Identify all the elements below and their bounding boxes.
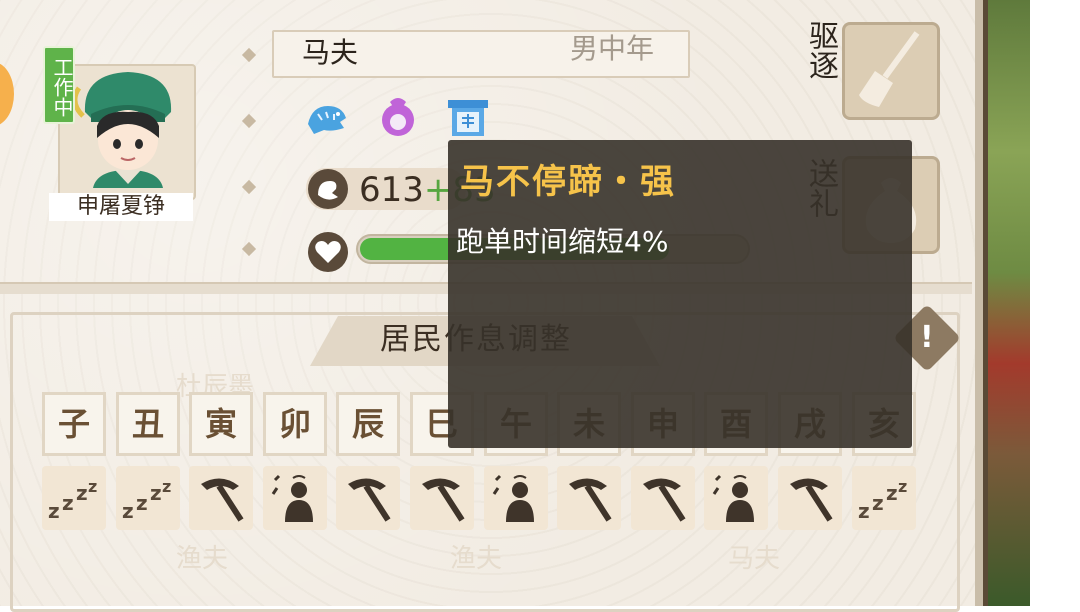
tooltip-description: 跑单时间缩短4%: [456, 225, 669, 258]
background-label: 渔夫: [450, 544, 503, 574]
work-icon: [643, 478, 686, 522]
ring-icon[interactable]: [376, 96, 420, 140]
activity-cell-sleep[interactable]: zzzz: [852, 466, 916, 530]
background-label: 马夫: [728, 544, 781, 574]
hour-cell: 卯: [263, 392, 327, 456]
escort-flag-icon[interactable]: [446, 96, 490, 140]
activity-cell-sleep[interactable]: zzzz: [42, 466, 106, 530]
sleep-icon: zzzz: [48, 477, 97, 523]
resident-gender-age: 男中年: [570, 32, 655, 65]
svg-text:z: z: [886, 481, 898, 505]
work-icon: [201, 478, 244, 522]
avatar: [73, 72, 172, 188]
broom-icon: [859, 31, 920, 107]
svg-text:z: z: [48, 499, 60, 523]
svg-text:z: z: [898, 477, 907, 496]
working-status-badge: 工作中: [43, 46, 75, 124]
svg-text:z: z: [88, 477, 97, 496]
activity-cell-rest[interactable]: [484, 466, 548, 530]
svg-text:z: z: [76, 481, 88, 505]
work-icon: [790, 478, 833, 522]
svg-text:z: z: [62, 491, 74, 515]
heart-icon: [308, 232, 348, 272]
rest-icon: [712, 474, 754, 522]
tiger-icon[interactable]: [304, 96, 348, 140]
evict-label: 驱逐: [803, 20, 838, 80]
svg-text:z: z: [122, 499, 134, 523]
activity-cell-work[interactable]: [410, 466, 474, 530]
resident-display-name: 申屠夏铮: [49, 193, 193, 221]
hour-cell: 丑: [116, 392, 180, 456]
sleep-icon: zzzz: [858, 477, 907, 523]
svg-text:z: z: [136, 491, 148, 515]
hour-cell: 辰: [336, 392, 400, 456]
svg-text:z: z: [162, 477, 171, 496]
info-icon: !: [920, 320, 934, 355]
resident-job: 马夫: [302, 36, 359, 69]
svg-text:z: z: [150, 481, 162, 505]
hour-cell: 子: [42, 392, 106, 456]
activity-cell-work[interactable]: [631, 466, 695, 530]
svg-text:z: z: [872, 491, 884, 515]
background-label: 渔夫: [176, 544, 229, 574]
work-icon: [422, 478, 465, 522]
tooltip-title: 马不停蹄・强: [460, 162, 676, 202]
work-icon: [348, 478, 391, 522]
sleep-icon: zzzz: [122, 477, 171, 523]
activity-cell-work[interactable]: [557, 466, 621, 530]
work-icon: [569, 478, 612, 522]
activity-cell-sleep[interactable]: zzzz: [116, 466, 180, 530]
activity-cell-work[interactable]: [336, 466, 400, 530]
hour-cell: 寅: [189, 392, 253, 456]
activity-cell-work[interactable]: [778, 466, 842, 530]
svg-text:z: z: [858, 499, 870, 523]
activity-cell-rest[interactable]: [704, 466, 768, 530]
panel-border: [975, 0, 983, 606]
game-scene: [988, 0, 1030, 606]
activity-cell-work[interactable]: [189, 466, 253, 530]
activity-cell-rest[interactable]: [263, 466, 327, 530]
stat-number: 613: [359, 170, 424, 210]
strength-icon: [308, 169, 348, 209]
evict-button[interactable]: [842, 22, 940, 120]
rest-icon: [271, 474, 313, 522]
rest-icon: [492, 474, 534, 522]
